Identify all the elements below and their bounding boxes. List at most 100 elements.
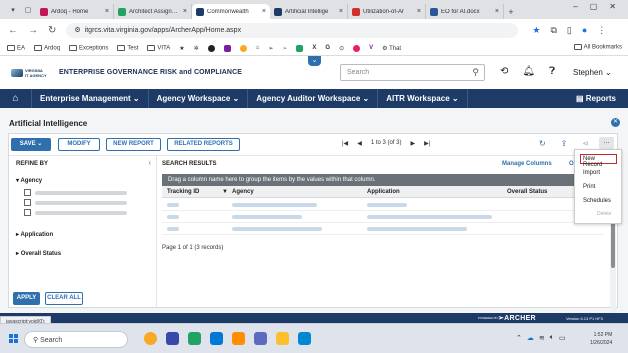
more-options-button[interactable]: … [599,137,614,149]
checkbox[interactable] [24,189,31,196]
file-explorer-icon[interactable] [276,332,289,345]
close-tab-icon[interactable]: × [339,8,343,15]
close-tab-icon[interactable]: × [183,8,187,15]
help-icon[interactable]: ❓︎ [549,66,555,77]
browser-tab[interactable]: EO for AI.docx × [426,4,504,19]
column-application[interactable]: Application [367,189,400,195]
v-bookmark-icon[interactable]: V [369,45,373,51]
close-report-icon[interactable]: ✕ [611,118,620,127]
table-row[interactable] [162,223,604,235]
agency-option[interactable] [24,209,127,216]
close-tab-icon[interactable]: × [495,8,499,15]
x-bookmark-icon[interactable]: X [312,45,316,51]
table-row[interactable] [162,199,604,211]
bookmark-that[interactable]: ⚙ That [382,45,401,52]
nav-agency-workspace[interactable]: Agency Workspace ⌄ [149,89,249,108]
close-tab-icon[interactable]: × [417,8,421,15]
browser-menu-icon[interactable]: ⋮ [597,25,606,36]
archer-bookmark-icon[interactable]: ➢ [282,45,287,52]
share-icon[interactable]: ⋖ [582,139,589,148]
column-agency[interactable]: Agency [232,189,254,195]
next-page-icon[interactable]: ▶ [411,140,416,147]
maximize-icon[interactable]: ▢ [590,2,598,11]
url-field[interactable]: ⚙ itgrcs.vita.virginia.gov/apps/ArcherAp… [66,22,519,38]
nav-enterprise-management[interactable]: Enterprise Management ⌄ [32,89,149,108]
close-tab-icon[interactable]: × [105,8,109,15]
close-window-icon[interactable]: ✕ [609,2,616,11]
google-bookmark-icon[interactable]: G [325,45,330,51]
bookmark-folder[interactable]: VITA [147,44,170,51]
bookmark-icon[interactable] [353,44,361,52]
refresh-icon[interactable]: ↻ [539,139,546,148]
tab-search-icon[interactable]: ▢ [21,3,35,16]
modify-button[interactable]: MODIFY [58,138,100,151]
group-by-bar[interactable]: Drag a column name here to group the ite… [162,174,604,186]
home-icon[interactable]: ⌂ [0,89,32,108]
last-page-icon[interactable]: ▶| [424,140,430,147]
bookmark-folder[interactable]: EA [7,44,25,51]
tray-chevron-icon[interactable]: ⌃ [516,334,522,342]
browser-tab[interactable]: Utilization-of-Ar × [348,4,426,19]
bookmark-icon[interactable] [223,44,231,52]
user-menu[interactable]: Stephen ⌄ [573,68,612,77]
bookmark-star-icon[interactable]: ★ [179,45,184,52]
site-info-icon[interactable]: ⚙ [74,26,80,34]
outlook-icon[interactable] [210,332,223,345]
agency-option[interactable] [24,189,127,196]
app-icon[interactable] [298,332,311,345]
column-tracking-id[interactable]: Tracking ID [167,189,199,195]
menu-item-import[interactable]: Import [583,170,600,176]
excel-bookmark-icon[interactable] [296,44,304,52]
reload-icon[interactable]: ↻ [48,25,56,36]
gear-bookmark-icon[interactable]: ✲ [194,45,199,52]
menu-item-new-record[interactable]: New Record [580,154,617,168]
bookmark-folder[interactable]: Test [117,44,138,51]
collapse-refine-icon[interactable]: ‹ [149,160,151,167]
bookmark-icon[interactable] [239,44,247,52]
prev-page-icon[interactable]: ◀ [357,140,362,147]
back-icon[interactable]: ← [8,25,18,36]
side-panel-icon[interactable]: ▯ [567,25,572,36]
facet-application[interactable]: ▸ Application [16,231,53,238]
history-icon[interactable]: ⟲ [500,66,508,77]
manage-columns-link[interactable]: Manage Columns [502,161,552,167]
target-bookmark-icon[interactable]: ⊙ [339,45,344,52]
home-bookmark-icon[interactable]: ⌂ [256,45,260,51]
windows-start-icon[interactable] [9,334,18,343]
browser-tab-active[interactable]: Commonwealth × [192,4,270,19]
column-overall-status[interactable]: Overall Status [507,189,547,195]
battery-icon[interactable]: ▭ [559,334,566,342]
facet-overall-status[interactable]: ▸ Overall Status [16,250,61,257]
extensions-icon[interactable]: ⧉ [550,25,556,36]
browser-tab[interactable]: Architect Assignme × [114,4,192,19]
menu-item-print[interactable]: Print [583,184,595,190]
collapse-header-button[interactable]: ⌄ [308,56,321,66]
cloud-icon[interactable]: ☁ [527,334,534,342]
related-reports-button[interactable]: RELATED REPORTS [167,138,240,151]
profile-icon[interactable]: ● [582,25,587,36]
all-bookmarks[interactable]: All Bookmarks [573,44,622,51]
global-search-input[interactable]: Search ⚲ [340,64,485,81]
bookmark-folder[interactable]: Exceptions [69,44,108,51]
notifications-bell-icon[interactable]: 🔔︎ [522,66,535,77]
new-report-button[interactable]: NEW REPORT [106,138,161,151]
forward-icon[interactable]: → [28,25,38,36]
save-button[interactable]: SAVE ⌄ [11,138,51,151]
teams-icon[interactable] [166,332,179,345]
nav-agency-auditor-workspace[interactable]: Agency Auditor Workspace ⌄ [248,89,379,108]
export-icon[interactable]: ⇪ [561,139,568,148]
new-tab-button[interactable]: + [504,4,518,19]
browser-tab[interactable]: Ardoq - Home × [36,4,114,19]
table-row[interactable] [162,211,604,223]
excel-icon[interactable] [188,332,201,345]
first-page-icon[interactable]: |◀ [342,140,348,147]
taskbar-search[interactable]: ⚲ Search [24,331,128,348]
archer-bookmark-icon[interactable]: ➢ [268,45,273,52]
chrome-icon[interactable] [144,332,157,345]
search-icon[interactable]: ⚲ [472,67,479,78]
clear-all-button[interactable]: CLEAR ALL [45,292,83,305]
bookmark-star-icon[interactable]: ★ [532,25,540,36]
menu-item-schedules[interactable]: Schedules [583,198,611,204]
bookmark-icon[interactable] [207,44,215,52]
reports-link[interactable]: ▤ Reports [576,89,616,108]
